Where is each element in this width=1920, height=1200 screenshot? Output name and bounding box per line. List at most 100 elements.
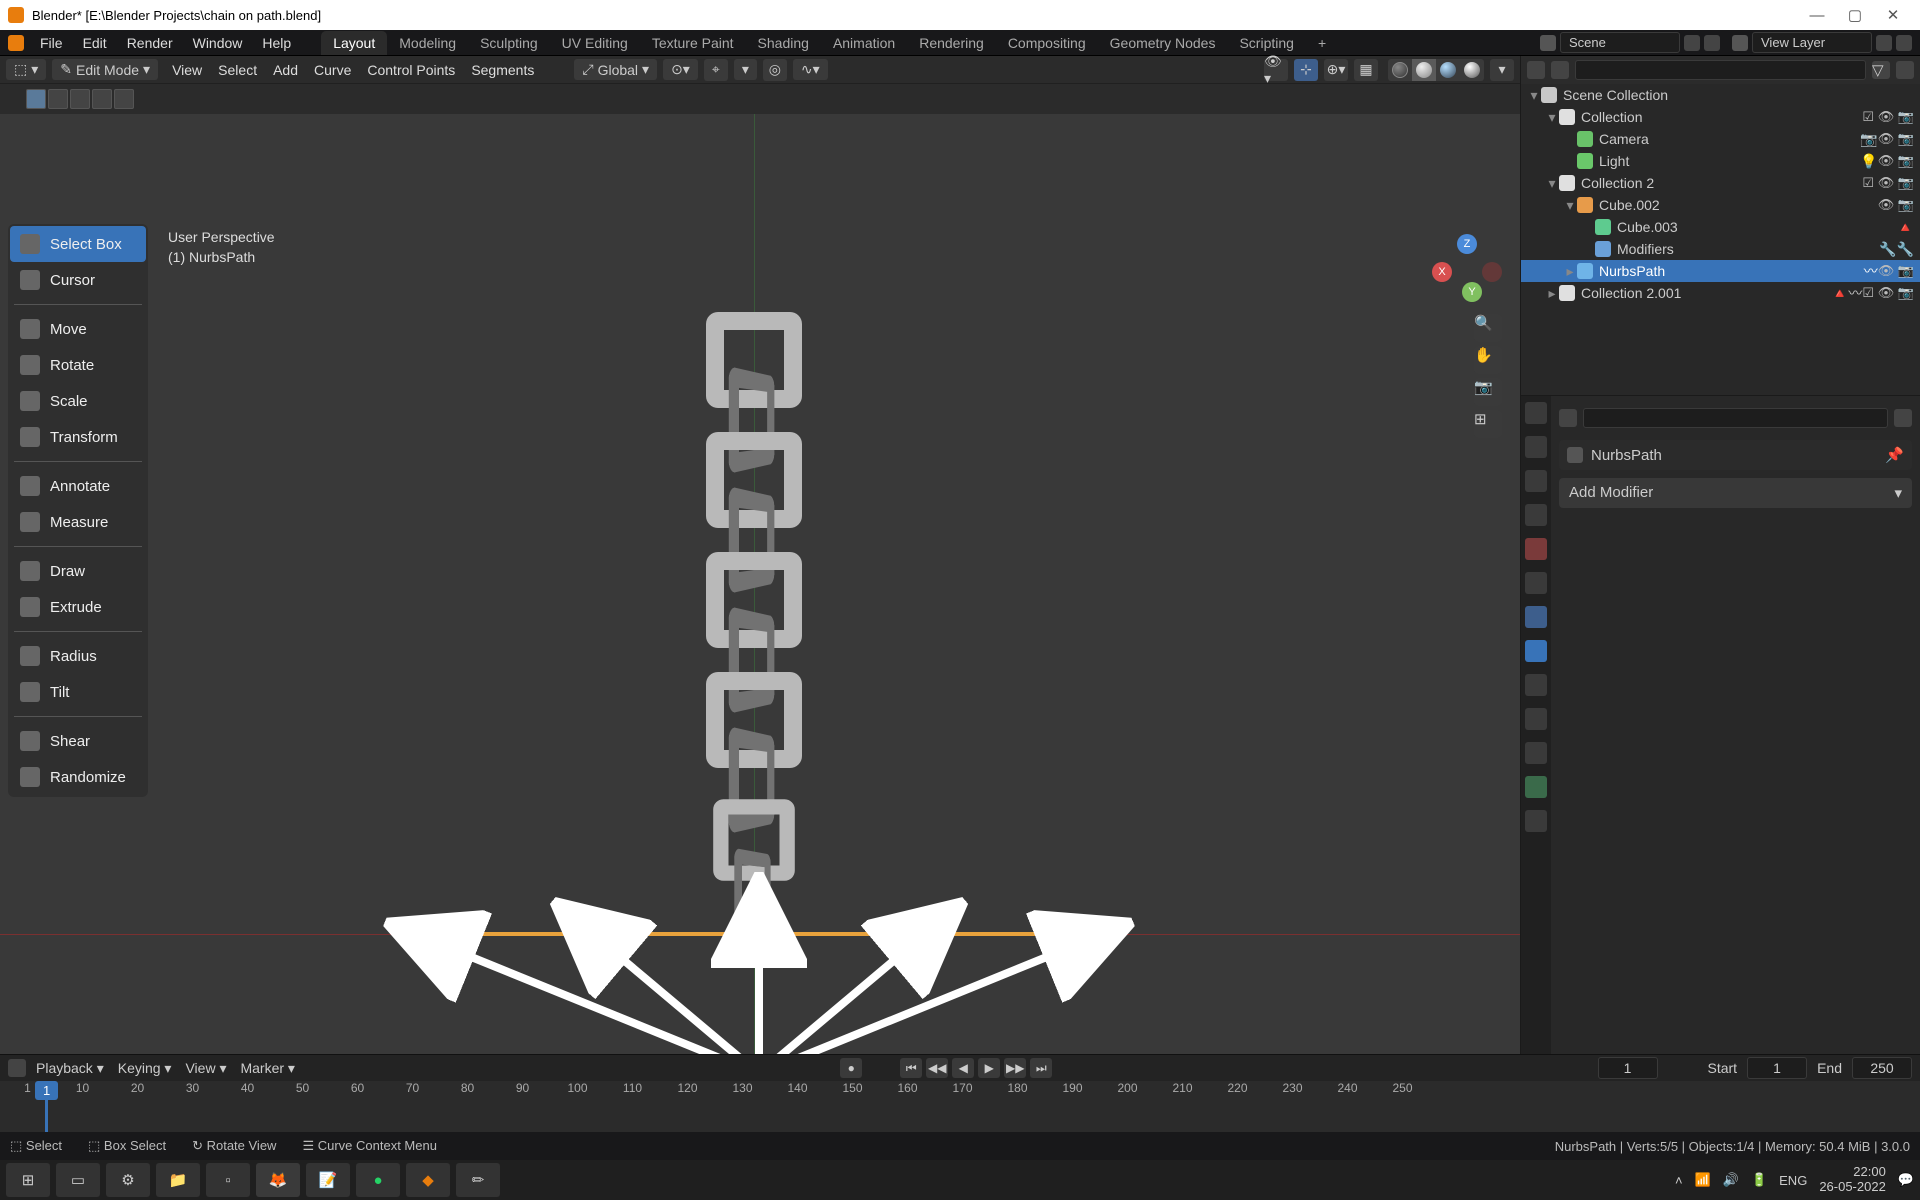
scene-selector[interactable]: [1540, 32, 1720, 53]
notepad-app-icon[interactable]: 📝: [306, 1163, 350, 1197]
tool-shear[interactable]: Shear: [10, 723, 146, 759]
store-app-icon[interactable]: ▫: [206, 1163, 250, 1197]
prop-tab-material[interactable]: [1525, 810, 1547, 832]
properties-editor-icon[interactable]: [1559, 409, 1577, 427]
outliner-visibility-icons[interactable]: 👁 📷: [1878, 153, 1914, 169]
workspace-tab-sculpting[interactable]: Sculpting: [468, 31, 550, 55]
outliner-display-mode[interactable]: [1551, 61, 1569, 79]
timeline-menu-playback[interactable]: Playback ▾: [36, 1060, 104, 1077]
gizmo-y-axis[interactable]: Y: [1462, 282, 1482, 302]
control-point-4[interactable]: [910, 930, 918, 938]
twisty-icon[interactable]: ▸: [1563, 263, 1577, 280]
outliner-new-collection-icon[interactable]: [1896, 61, 1914, 79]
shading-rendered[interactable]: [1460, 59, 1484, 81]
gizmo-x-axis[interactable]: X: [1432, 262, 1452, 282]
twisty-icon[interactable]: ▾: [1545, 175, 1559, 192]
outliner-visibility-icons[interactable]: 👁 📷: [1878, 197, 1914, 213]
whatsapp-app-icon[interactable]: ●: [356, 1163, 400, 1197]
tool-transform[interactable]: Transform: [10, 419, 146, 455]
prop-tab-output[interactable]: [1525, 436, 1547, 458]
properties-search[interactable]: [1583, 408, 1888, 428]
jump-start-button[interactable]: ⏮: [900, 1058, 922, 1078]
mode-dropdown[interactable]: ✎Edit Mode ▾: [52, 59, 158, 80]
outliner-row-modifiers[interactable]: Modifiers 🔧🔧: [1521, 238, 1920, 260]
select-mode-4[interactable]: [92, 89, 112, 109]
perspective-button[interactable]: ⊞: [1474, 410, 1502, 438]
taskview-button[interactable]: ▭: [56, 1163, 100, 1197]
viewlayer-name-input[interactable]: [1752, 32, 1872, 53]
prop-tab-viewlayer[interactable]: [1525, 470, 1547, 492]
prop-tab-constraints[interactable]: [1525, 742, 1547, 764]
prop-tab-scene[interactable]: [1525, 504, 1547, 526]
vp-menu-curve[interactable]: Curve: [306, 62, 359, 78]
add-modifier-dropdown[interactable]: Add Modifier ▾: [1559, 478, 1912, 508]
taskbar-clock[interactable]: 22:00 26-05-2022: [1819, 1165, 1886, 1195]
outliner-visibility-icons[interactable]: ☑ 👁 📷: [1862, 285, 1914, 301]
outliner-row-collection-2-001[interactable]: ▸Collection 2.001 🔺〰☑ 👁 📷: [1521, 282, 1920, 304]
autokey-toggle[interactable]: ●: [840, 1058, 862, 1078]
tray-volume-icon[interactable]: 🔊: [1723, 1172, 1739, 1188]
workspace-tab-texture-paint[interactable]: Texture Paint: [640, 31, 746, 55]
outliner-row-nurbspath[interactable]: ▸NurbsPath 〰👁 📷: [1521, 260, 1920, 282]
shading-wireframe[interactable]: [1388, 59, 1412, 81]
menu-help[interactable]: Help: [252, 35, 301, 51]
outliner-visibility-icons[interactable]: 👁 📷: [1878, 263, 1914, 279]
tool-cursor[interactable]: Cursor: [10, 262, 146, 298]
viewlayer-new-icon[interactable]: [1876, 35, 1892, 51]
prop-tab-modifiers[interactable]: [1525, 606, 1547, 628]
workspace-tab-layout[interactable]: Layout: [321, 31, 387, 55]
select-mode-5[interactable]: [114, 89, 134, 109]
window-close-button[interactable]: ✕: [1874, 0, 1912, 30]
notifications-icon[interactable]: 💬: [1898, 1172, 1914, 1188]
timeline-menu-view[interactable]: View ▾: [185, 1060, 226, 1077]
pin-icon[interactable]: 📌: [1885, 446, 1904, 464]
vp-menu-control-points[interactable]: Control Points: [359, 62, 463, 78]
prop-tab-object[interactable]: [1525, 572, 1547, 594]
prev-keyframe-button[interactable]: ◀◀: [926, 1058, 948, 1078]
properties-options-icon[interactable]: [1894, 409, 1912, 427]
shading-matprev[interactable]: [1436, 59, 1460, 81]
control-point-3[interactable]: [753, 928, 765, 940]
timeline-menu-marker[interactable]: Marker ▾: [240, 1060, 294, 1077]
workspace-tab-shading[interactable]: Shading: [746, 31, 821, 55]
menu-window[interactable]: Window: [183, 35, 253, 51]
start-frame-input[interactable]: 1: [1747, 1057, 1807, 1079]
viewlayer-delete-icon[interactable]: [1896, 35, 1912, 51]
shading-options-dropdown[interactable]: ▾: [1490, 59, 1514, 81]
tool-select-box[interactable]: Select Box: [10, 226, 146, 262]
tool-move[interactable]: Move: [10, 311, 146, 347]
workspace-tab-uv-editing[interactable]: UV Editing: [550, 31, 640, 55]
outliner-visibility-icons[interactable]: ☑ 👁 📷: [1862, 109, 1914, 125]
orientation-dropdown[interactable]: ⤢Global ▾: [574, 59, 657, 80]
pivot-dropdown[interactable]: ⊙▾: [663, 59, 698, 80]
pan-button[interactable]: ✋: [1474, 346, 1502, 374]
vp-menu-add[interactable]: Add: [265, 62, 306, 78]
blender-app-icon[interactable]: ◆: [406, 1163, 450, 1197]
tray-chevron-icon[interactable]: ˄: [1675, 1173, 1683, 1188]
vp-menu-select[interactable]: Select: [210, 62, 265, 78]
outliner-row-light[interactable]: Light 💡👁 📷: [1521, 150, 1920, 172]
proportional-toggle[interactable]: ◎: [763, 59, 787, 81]
outliner-filter-icon[interactable]: ▽: [1872, 61, 1890, 79]
workspace-tab-modeling[interactable]: Modeling: [387, 31, 468, 55]
editor-type-dropdown[interactable]: ⬚▾: [6, 59, 46, 80]
tray-language[interactable]: ENG: [1779, 1173, 1807, 1188]
gizmo-z-axis[interactable]: Z: [1457, 234, 1477, 254]
tool-extrude[interactable]: Extrude: [10, 589, 146, 625]
outliner-editor-icon[interactable]: [1527, 61, 1545, 79]
overlay-toggle[interactable]: ⊕▾: [1324, 59, 1348, 81]
zoom-button[interactable]: 🔍: [1474, 314, 1502, 342]
tool-radius[interactable]: Radius: [10, 638, 146, 674]
vp-menu-view[interactable]: View: [164, 62, 210, 78]
prop-tab-particles[interactable]: [1525, 674, 1547, 696]
twisty-icon[interactable]: ▸: [1545, 285, 1559, 302]
properties-breadcrumb[interactable]: NurbsPath 📌: [1559, 440, 1912, 470]
outliner-visibility-icons[interactable]: ☑ 👁 📷: [1862, 175, 1914, 191]
outliner-visibility-icons[interactable]: 👁 📷: [1878, 131, 1914, 147]
outliner-row-cube-003[interactable]: Cube.003 🔺: [1521, 216, 1920, 238]
menu-edit[interactable]: Edit: [73, 35, 117, 51]
outliner-row-collection[interactable]: ▾Collection☑ 👁 📷: [1521, 106, 1920, 128]
prop-tab-wrench[interactable]: [1525, 640, 1547, 662]
shading-solid[interactable]: [1412, 59, 1436, 81]
twisty-icon[interactable]: ▾: [1527, 87, 1541, 104]
